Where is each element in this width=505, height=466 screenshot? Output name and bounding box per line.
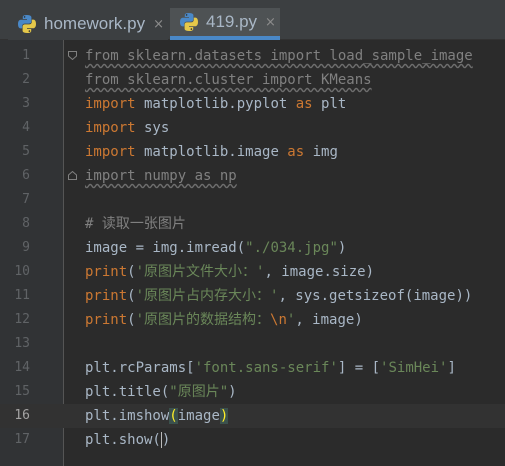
code-line[interactable]: import matplotlib.image as img <box>85 140 338 164</box>
string-token: "原图片" <box>169 384 229 400</box>
code-token: matplotlib.image <box>135 144 288 160</box>
tab-419-py[interactable]: 419.py × <box>170 8 280 40</box>
line-number[interactable]: 2 <box>0 68 30 92</box>
line-number[interactable]: 17 <box>0 428 30 452</box>
code-line[interactable]: # 读取一张图片 <box>85 212 186 236</box>
close-icon[interactable]: × <box>153 17 164 32</box>
code-token: ( <box>127 288 136 304</box>
tab-label: 419.py <box>206 12 258 31</box>
line-number[interactable]: 8 <box>0 212 30 236</box>
string-token: '原图片文件大小：' <box>135 264 265 280</box>
line-number[interactable]: 14 <box>0 356 30 380</box>
line-number[interactable]: 6 <box>0 164 30 188</box>
keyword-token: as <box>295 96 313 112</box>
code-token: image = img.imread( <box>85 240 246 256</box>
code-token: ( <box>127 264 136 280</box>
code-token: ) <box>228 384 237 400</box>
keyword-token: import <box>85 120 136 136</box>
code-token: sys <box>135 120 170 136</box>
code-line[interactable]: plt.imshow(image) <box>85 404 229 428</box>
line-number[interactable]: 9 <box>0 236 30 260</box>
string-token: '原图片占内存大小：' <box>135 288 279 304</box>
code-token: ( <box>127 312 136 328</box>
line-number[interactable]: 5 <box>0 140 30 164</box>
line-number[interactable]: 3 <box>0 92 30 116</box>
code-line[interactable]: import numpy as np <box>85 164 237 188</box>
keyword-token: import <box>85 96 136 112</box>
code-line[interactable]: plt.show() <box>85 428 170 452</box>
string-token: 'SimHei' <box>380 360 448 376</box>
unused-import-token: import numpy as np <box>85 168 237 184</box>
line-number[interactable]: 7 <box>0 188 30 212</box>
code-token: plt.show( <box>85 432 161 448</box>
unused-import-token: from sklearn.cluster import KMeans <box>85 72 372 88</box>
string-token: "./034.jpg" <box>245 240 338 256</box>
line-number[interactable]: 13 <box>0 332 30 356</box>
code-line[interactable]: import sys <box>85 116 169 140</box>
fold-marker-icon[interactable] <box>68 171 77 180</box>
keyword-token: as <box>287 144 305 160</box>
matched-brace: ) <box>219 408 229 424</box>
code-token: ) <box>161 432 171 448</box>
code-token: plt.rcParams[ <box>85 360 195 376</box>
code-line[interactable]: print('原图片文件大小：', image.size) <box>85 260 374 284</box>
keyword-token: print <box>85 264 128 280</box>
code-token: plt <box>312 96 347 112</box>
code-token: image <box>177 408 220 424</box>
code-token: , image) <box>295 312 363 328</box>
code-token: ] = [ <box>337 360 381 376</box>
current-line-highlight <box>0 404 505 428</box>
fold-marker-icon[interactable] <box>68 51 77 60</box>
code-line[interactable]: from sklearn.datasets import load_sample… <box>85 44 473 68</box>
code-line[interactable]: image = img.imread("./034.jpg") <box>85 236 346 260</box>
keyword-token: print <box>85 312 128 328</box>
code-line[interactable]: print('原图片的数据结构：\n', image) <box>85 308 363 332</box>
close-icon[interactable]: × <box>265 15 276 30</box>
line-number[interactable]: 1 <box>0 44 30 68</box>
unused-import-token: from sklearn.datasets import load_sample… <box>85 48 473 64</box>
code-token: ] <box>447 360 456 376</box>
line-number[interactable]: 11 <box>0 284 30 308</box>
editor-tab-bar: homework.py × 419.py × <box>0 0 505 40</box>
comment-token: # 读取一张图片 <box>85 216 186 232</box>
code-token: ) <box>337 240 347 256</box>
code-token: , sys.getsizeof(image)) <box>278 288 473 304</box>
python-file-icon <box>180 13 198 31</box>
matched-brace: ( <box>169 408 178 424</box>
python-file-icon <box>18 15 36 33</box>
code-token: plt.imshow <box>85 408 170 424</box>
tab-label: homework.py <box>44 14 146 33</box>
line-number[interactable]: 4 <box>0 116 30 140</box>
ide-window: homework.py × 419.py × 1 from sklearn.dat… <box>0 0 505 466</box>
code-line[interactable]: import matplotlib.pyplot as plt <box>85 92 346 116</box>
code-line[interactable]: from sklearn.cluster import KMeans <box>85 68 372 92</box>
code-token: img <box>304 144 338 160</box>
code-token: \n <box>270 312 287 328</box>
string-token: '原图片的数据结构： <box>135 312 271 328</box>
code-line[interactable]: print('原图片占内存大小：', sys.getsizeof(image)) <box>85 284 472 308</box>
line-number[interactable]: 10 <box>0 260 30 284</box>
code-line[interactable]: plt.rcParams['font.sans-serif'] = ['SimH… <box>85 356 456 380</box>
line-number[interactable]: 16 <box>0 404 30 428</box>
code-token: matplotlib.pyplot <box>135 96 296 112</box>
code-token: plt.title( <box>85 384 170 400</box>
tab-homework-py[interactable]: homework.py × <box>8 8 168 40</box>
line-number[interactable]: 12 <box>0 308 30 332</box>
keyword-token: print <box>85 288 128 304</box>
keyword-token: import <box>85 144 136 160</box>
line-number[interactable]: 15 <box>0 380 30 404</box>
code-token: , image.size) <box>264 264 375 280</box>
code-line[interactable]: plt.title("原图片") <box>85 380 237 404</box>
string-token: 'font.sans-serif' <box>194 360 338 376</box>
